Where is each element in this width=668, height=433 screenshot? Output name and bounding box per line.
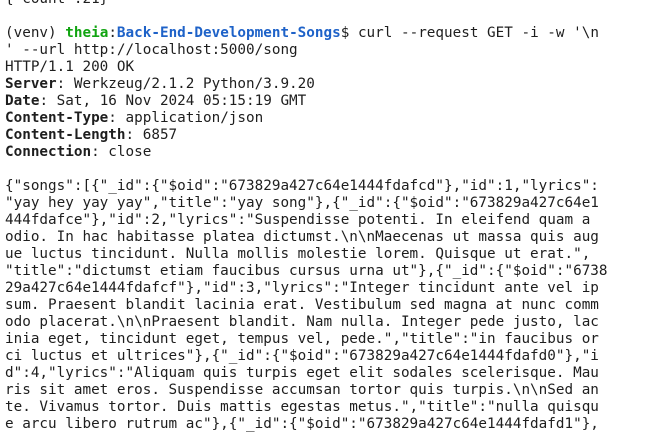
- prompt-user: theia: [65, 25, 109, 41]
- response-body-line: ci luctus et ultrices"},{"_id":{"$oid":"…: [5, 348, 599, 364]
- response-body-line: te. Vivamus tortor. Duis mattis egestas …: [5, 399, 599, 415]
- header-name: Server: [5, 76, 57, 92]
- header-value: : close: [91, 144, 152, 160]
- prompt-path: Back-End-Development-Songs: [116, 25, 341, 41]
- response-body-line: sum. Praesent blandit lacinia erat. Vest…: [5, 297, 599, 313]
- http-status-line: HTTP/1.1 200 OK: [5, 59, 135, 75]
- command-continuation: ' --url http://localhost:5000/song: [5, 42, 298, 58]
- response-body-line: inia eget, tincidunt eget, tempus vel, p…: [5, 331, 599, 347]
- response-body-line: "title":"dictumst etiam faucibus cursus …: [5, 263, 608, 279]
- header-connection: Connection: close: [5, 144, 668, 161]
- response-body-line: "yay hey yay yay","title":"yay song"},{"…: [5, 195, 599, 211]
- response-body-line: odio. In hac habitasse platea dictumst.\…: [5, 229, 599, 245]
- header-value: : application/json: [108, 110, 264, 126]
- prompt-dollar: $: [340, 25, 358, 41]
- response-body-line: e arcu libero rutrum ac"},{"_id":{"$oid"…: [5, 416, 599, 432]
- header-date: Date: Sat, 16 Nov 2024 05:15:19 GMT: [5, 93, 668, 110]
- prompt-separator: :: [108, 25, 117, 41]
- response-body-line: {"songs":[{"_id":{"$oid":"673829a427c64e…: [5, 178, 599, 194]
- header-content-length: Content-Length: 6857: [5, 127, 668, 144]
- response-body-line: ris sit amet eros. Suspendisse accumsan …: [5, 382, 599, 398]
- header-name: Connection: [5, 144, 92, 160]
- response-body-line: 444fdafce"},"id":2,"lyrics":"Suspendisse…: [5, 212, 591, 228]
- clipped-output-line: {'count':21}: [5, 0, 668, 8]
- response-body-line: d":4,"lyrics":"Aliquam quis turpis eget …: [5, 365, 599, 381]
- response-body-line: ue luctus tincidunt. Nulla mollis molest…: [5, 246, 591, 262]
- header-server: Server: Werkzeug/2.1.2 Python/3.9.20: [5, 76, 668, 93]
- header-name: Content-Length: [5, 127, 126, 143]
- response-body-line: 29a427c64e1444fdafcf"},"id":3,"lyrics":"…: [5, 280, 599, 296]
- header-value: : Sat, 16 Nov 2024 05:15:19 GMT: [39, 93, 307, 109]
- header-name: Date: [5, 93, 40, 109]
- header-name: Content-Type: [5, 110, 109, 126]
- header-value: : Werkzeug/2.1.2 Python/3.9.20: [56, 76, 315, 92]
- terminal-window[interactable]: {'count':21} (venv) theia:Back-End-Devel…: [0, 0, 668, 433]
- venv-indicator: (venv): [5, 25, 66, 41]
- header-value: : 6857: [125, 127, 178, 143]
- command-prompt-line[interactable]: (venv) theia:Back-End-Development-Songs$…: [5, 25, 668, 42]
- response-body-line: odo placerat.\n\nPraesent blandit. Nam n…: [5, 314, 599, 330]
- header-content-type: Content-Type: application/json: [5, 110, 668, 127]
- command-text: curl --request GET -i -w '\n: [357, 25, 599, 41]
